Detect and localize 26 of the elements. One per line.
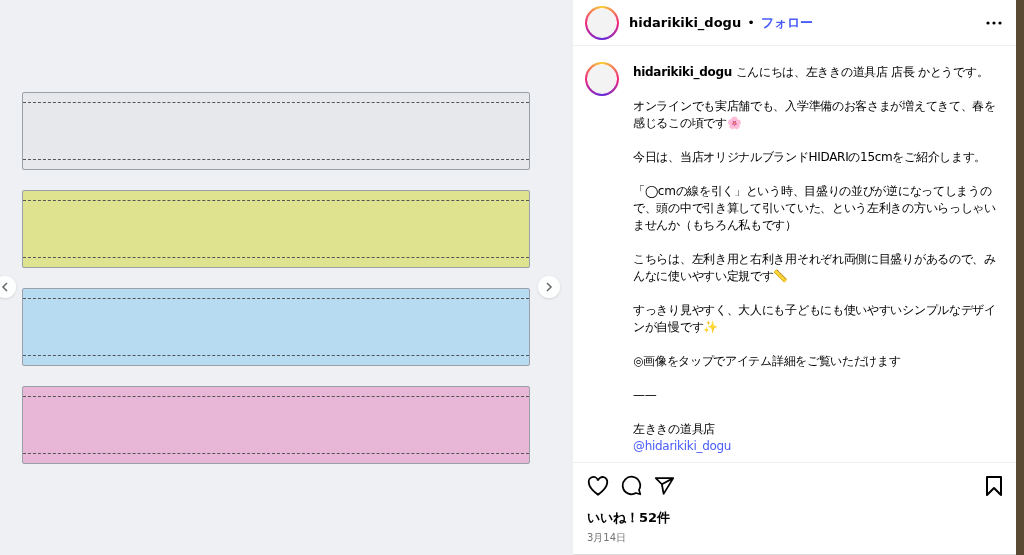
bookmark-icon[interactable] xyxy=(986,475,1002,496)
caption-text: オンラインでも実店舗でも、入学準備のお客さまが増えてきて、春を感じるこの頃です🌸 xyxy=(633,98,997,132)
more-icon[interactable] xyxy=(986,20,1002,25)
follow-button[interactable]: フォロー xyxy=(760,12,813,33)
previous-button[interactable] xyxy=(0,276,16,298)
comment-icon[interactable] xyxy=(621,475,642,496)
separator: • xyxy=(747,13,755,32)
caption-text: 「◯cmの線を引く」という時、目盛りの並びが逆になってしまうので、頭の中で引き算して引いていた、という左利きの方いらっしゃいませんか（もちろん私もです） xyxy=(633,183,997,234)
avatar[interactable] xyxy=(585,5,619,40)
caption-text: 今日は、当店オリジナルブランドHIDARIの15cmをご紹介します。 xyxy=(633,149,988,166)
caption-text: ◎画像をタップでアイテム詳細をご覧いただけます xyxy=(633,353,902,370)
avatar[interactable] xyxy=(585,62,619,96)
send-icon[interactable] xyxy=(654,475,675,496)
mention-link[interactable]: @hidarikiki_dogu xyxy=(633,438,1004,455)
post-date: 3月14日 xyxy=(587,530,628,545)
caption-text: —— xyxy=(633,387,658,404)
caption-text: こちらは、左利き用と右利き用それぞれ両側に目盛りがあるので、みんなに使いやすい定規です📏 xyxy=(633,251,997,285)
likes-count[interactable]: いいね！52件 xyxy=(587,508,1002,528)
username[interactable]: hidarikiki_dogu xyxy=(629,12,742,33)
caption-text: こんにちは、左ききの道具店 店長 かとうです。 xyxy=(735,65,989,79)
signature-text: 左ききの道具店 xyxy=(633,421,716,438)
chevron-left-icon xyxy=(1,282,9,292)
heart-icon[interactable] xyxy=(587,475,609,496)
caption-username[interactable]: hidarikiki_dogu xyxy=(633,65,733,79)
caption-text: すっきり見やすく、大人にも子どもにも使いやすいシンプルなデザインが自慢です✨ xyxy=(633,302,997,336)
chevron-right-icon xyxy=(545,282,553,292)
